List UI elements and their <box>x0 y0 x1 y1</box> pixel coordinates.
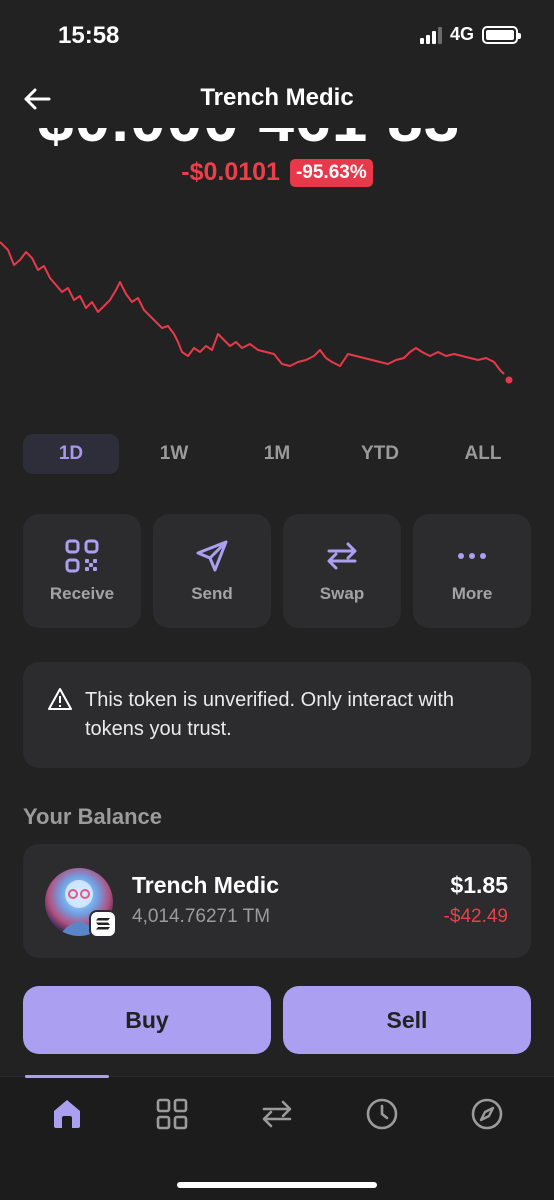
grid-icon <box>156 1098 188 1130</box>
tab-1w[interactable]: 1W <box>126 434 222 474</box>
swap-icon <box>327 542 357 570</box>
tab-home[interactable] <box>50 1097 84 1131</box>
token-price: $0.000 461 83 <box>38 128 460 148</box>
more-icon <box>458 553 486 559</box>
tab-collectibles[interactable] <box>155 1097 189 1131</box>
price-change-row: -$0.0101 -95.63% <box>0 158 554 187</box>
price-line <box>0 241 505 375</box>
receive-label: Receive <box>49 584 115 603</box>
send-label: Send <box>191 584 233 603</box>
status-time: 15:58 <box>58 22 120 49</box>
token-value: $1.85 <box>450 872 508 898</box>
warning-text: This token is unverified. Only interact … <box>85 689 455 740</box>
nav-bar: Trench Medic <box>0 70 554 128</box>
active-tab-indicator <box>25 1075 109 1078</box>
tab-ytd[interactable]: YTD <box>332 434 428 474</box>
page-title: Trench Medic <box>200 84 354 111</box>
more-button[interactable]: More <box>413 514 531 628</box>
compass-icon <box>471 1098 503 1130</box>
swap-button[interactable]: Swap <box>283 514 401 628</box>
price-change-value: -$0.0101 <box>181 158 280 186</box>
tab-swap[interactable] <box>260 1097 294 1131</box>
signal-icon <box>419 26 442 44</box>
clock-icon <box>366 1098 398 1130</box>
tab-all[interactable]: ALL <box>435 434 531 474</box>
qr-code-icon <box>65 539 99 573</box>
send-icon <box>196 540 228 572</box>
token-amount: 4,014.76271 TM <box>132 906 271 927</box>
buy-button[interactable]: Buy <box>23 986 271 1054</box>
home-indicator <box>177 1182 377 1188</box>
tab-1m[interactable]: 1M <box>229 434 325 474</box>
action-buttons: Receive Send Swap More <box>23 514 531 628</box>
swap-arrows-icon <box>262 1100 292 1128</box>
warning-icon <box>48 688 72 710</box>
token-change: -$42.49 <box>443 906 508 927</box>
receive-button[interactable]: Receive <box>23 514 141 628</box>
range-tabs: 1D 1W 1M YTD ALL <box>23 434 531 474</box>
send-button[interactable]: Send <box>153 514 271 628</box>
swap-label: Swap <box>319 584 365 603</box>
balance-card[interactable]: Trench Medic 4,014.76271 TM $1.85 -$42.4… <box>23 844 531 958</box>
price-change-badge: -95.63% <box>289 158 373 187</box>
balance-section-title: Your Balance <box>23 804 162 829</box>
status-bar: 15:58 4G <box>0 0 554 70</box>
price-chart[interactable] <box>0 230 554 400</box>
status-indicators: 4G <box>419 24 521 45</box>
tab-activity[interactable] <box>365 1097 399 1131</box>
sell-button[interactable]: Sell <box>283 986 531 1054</box>
tab-1d[interactable]: 1D <box>23 434 119 474</box>
more-label: More <box>451 584 493 603</box>
network-label: 4G <box>449 24 474 44</box>
price-endpoint <box>505 376 513 384</box>
price-large-clipped: $0.000 461 83 <box>0 128 554 148</box>
token-name: Trench Medic <box>132 872 279 898</box>
solana-icon <box>89 910 117 938</box>
trade-buttons: Buy Sell <box>23 986 531 1054</box>
tab-explore[interactable] <box>470 1097 504 1131</box>
battery-icon <box>482 25 521 44</box>
home-icon <box>54 1100 80 1128</box>
unverified-warning: This token is unverified. Only interact … <box>23 662 531 768</box>
